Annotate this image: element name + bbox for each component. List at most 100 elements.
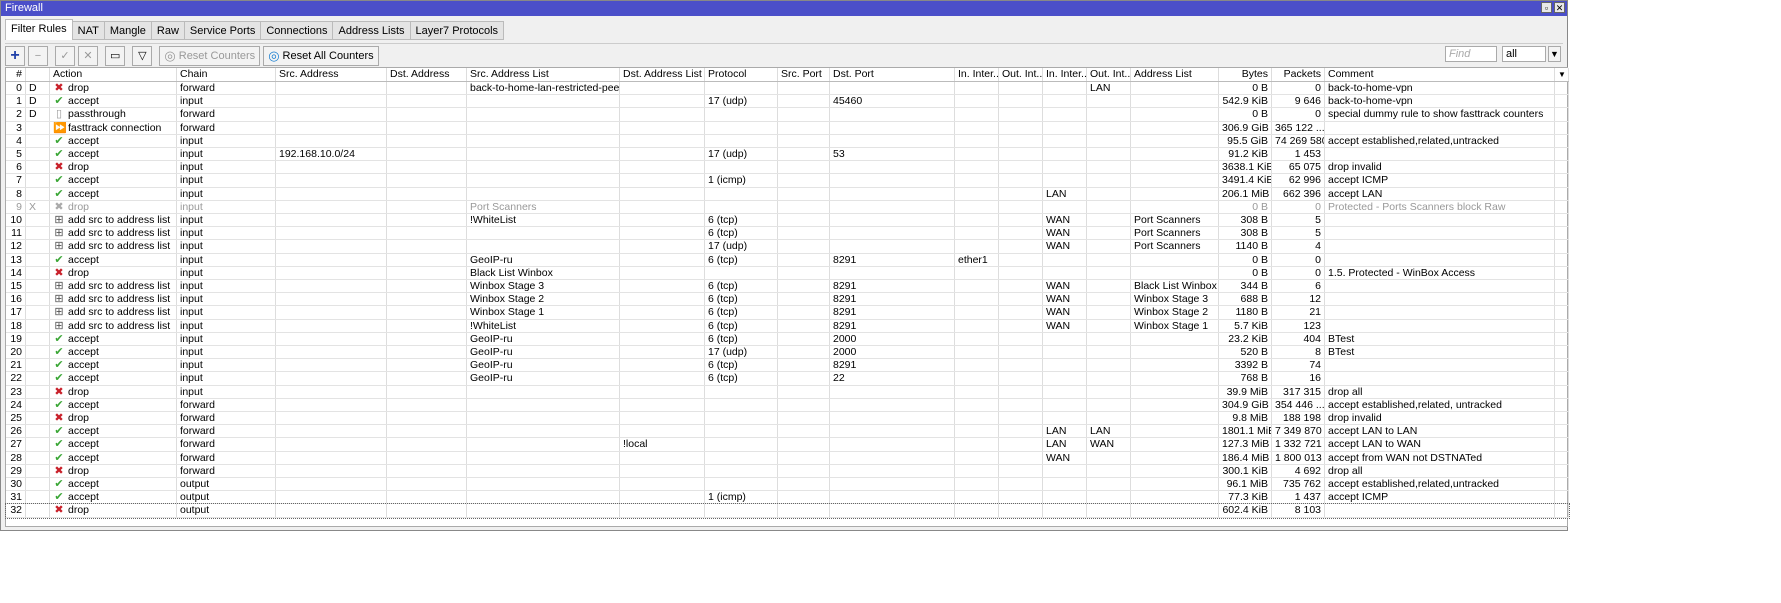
check-icon: ✔: [54, 478, 64, 490]
cell-in-interface-list: WAN: [1043, 306, 1087, 319]
column-header-chain[interactable]: Chain: [177, 68, 276, 81]
table-row[interactable]: 23 ✖ drop input 39.9 MiB 317 315 drop all: [6, 385, 1569, 399]
filter-select[interactable]: all: [1502, 46, 1546, 62]
table-row[interactable]: 16 ⊞ add src to address list input Winbox St…: [6, 293, 1569, 307]
table-row[interactable]: 25 ✖ drop forward 9.8 MiB 188 198 drop invalid: [6, 412, 1569, 426]
column-header-in-interface[interactable]: In. Inter...: [955, 68, 999, 81]
table-row[interactable]: 26 ✔ accept forward LAN LAN 1801.1 MiB 7 349 87…: [6, 425, 1569, 439]
table-row[interactable]: 19 ✔ accept input GeoIP-ru 6 (tcp) 2000 23.2 Ki…: [6, 332, 1569, 346]
cell-src-port: [778, 82, 830, 95]
cell-src-address-list: [467, 187, 620, 200]
add-button[interactable]: +: [5, 45, 25, 66]
cell-in-interface-list: WAN: [1043, 293, 1087, 306]
table-row[interactable]: 22 ✔ accept input GeoIP-ru 6 (tcp) 22 768 B 16: [6, 372, 1569, 386]
table-row[interactable]: 11 ⊞ add src to address list input 6 (tcp) WA…: [6, 227, 1569, 241]
column-header-address-list[interactable]: Address List: [1131, 68, 1219, 81]
table-row[interactable]: 14 ✖ drop input Black List Winbox 0 B 0 1.5. Pr…: [6, 266, 1569, 280]
tab-layer7-protocols[interactable]: Layer7 Protocols: [410, 21, 505, 40]
cell-x: [1555, 478, 1569, 491]
cell-comment: accept established,related,untracked: [1325, 478, 1555, 491]
table-row[interactable]: 2 D ▯ passthrough forward 0 B 0 special dummy r…: [6, 108, 1569, 122]
table-row[interactable]: 0 D ✖ drop forward back-to-home-lan-restricte…: [6, 82, 1569, 96]
cell-dst-address-list: [620, 372, 705, 385]
cell-comment: [1325, 148, 1555, 161]
table-row[interactable]: 21 ✔ accept input GeoIP-ru 6 (tcp) 8291 3392 B7…: [6, 359, 1569, 373]
table-row[interactable]: 9 X ✖ drop input Port Scanners 0 B 0 Protected -…: [6, 200, 1569, 214]
tab-nat[interactable]: NAT: [72, 21, 105, 40]
column-header-dst-port[interactable]: Dst. Port: [830, 68, 955, 81]
cell-src-address-list: Winbox Stage 1: [467, 306, 620, 319]
reset-all-counters-button[interactable]: ◎ Reset All Counters: [263, 45, 379, 66]
disable-button[interactable]: ✕: [78, 45, 98, 66]
table-row[interactable]: 20 ✔ accept input GeoIP-ru 17 (udp) 2000 520 B8…: [6, 346, 1569, 360]
tab-filter-rules[interactable]: Filter Rules: [5, 19, 73, 40]
column-header-src-port[interactable]: Src. Port: [778, 68, 830, 81]
column-header-dst-address-list[interactable]: Dst. Address List: [620, 68, 705, 81]
column-header-action[interactable]: Action: [50, 68, 177, 81]
dropdown-icon[interactable]: ▼: [1548, 46, 1561, 62]
column-header-protocol[interactable]: Protocol: [705, 68, 778, 81]
table-row[interactable]: 5 ✔ accept input 192.168.10.0/24 17 (udp) 53 91…: [6, 148, 1569, 162]
cell-out-interface: [999, 82, 1043, 95]
table-row[interactable]: 17 ⊞ add src to address list input Winbox St…: [6, 306, 1569, 320]
column-header-dst-address[interactable]: Dst. Address: [387, 68, 467, 81]
table-row[interactable]: 30 ✔ accept output 96.1 MiB 735 762 accept est…: [6, 478, 1569, 492]
column-header-comment[interactable]: Comment: [1325, 68, 1555, 81]
cell-protocol: [705, 464, 778, 477]
tab-mangle[interactable]: Mangle: [104, 21, 152, 40]
table-row[interactable]: 12 ⊞ add src to address list input 17 (udp) W…: [6, 240, 1569, 254]
comment-button[interactable]: ▭: [105, 45, 126, 66]
column-header-out-interface-list[interactable]: Out. Int...: [1087, 68, 1131, 81]
restore-icon[interactable]: ▫: [1541, 2, 1552, 13]
cell-address-list: [1131, 346, 1219, 359]
cell-flags: [26, 372, 50, 385]
remove-button[interactable]: −: [28, 45, 48, 66]
table-row[interactable]: 28 ✔ accept forward WAN 186.4 MiB 1 800 013 acc…: [6, 451, 1569, 465]
table-row[interactable]: 32 ✖ drop output 602.4 KiB 8 103: [5, 503, 1570, 519]
column-header-bytes[interactable]: Bytes: [1219, 68, 1272, 81]
column-header-in-interface-list[interactable]: In. Inter...: [1043, 68, 1087, 81]
table-row[interactable]: 15 ⊞ add src to address list input Winbox St…: [6, 280, 1569, 294]
cell-dst-port: [830, 464, 955, 477]
action-label: accept: [68, 148, 99, 160]
cell-bytes: 306.9 GiB: [1219, 121, 1272, 134]
tab-connections[interactable]: Connections: [261, 21, 334, 40]
tab-service-ports[interactable]: Service Ports: [184, 21, 262, 40]
column-header-flags[interactable]: [26, 68, 50, 81]
table-row[interactable]: 13 ✔ accept input GeoIP-ru 6 (tcp) 8291 ether1 0…: [6, 253, 1569, 267]
cell-number: 6: [6, 161, 26, 174]
columns-menu-icon[interactable]: ▼: [1555, 68, 1569, 81]
table-row[interactable]: 24 ✔ accept forward 304.9 GiB 354 446 ... acce…: [6, 398, 1569, 412]
table-row[interactable]: 1 D ✔ accept input 17 (udp) 45460 542.9 KiB 9 64…: [6, 95, 1569, 109]
column-header-src-address-list[interactable]: Src. Address List: [467, 68, 620, 81]
tab-raw[interactable]: Raw: [151, 21, 185, 40]
tab-address-lists[interactable]: Address Lists: [333, 21, 411, 40]
table-row[interactable]: 29 ✖ drop forward 300.1 KiB 4 692 drop all: [6, 464, 1569, 478]
table-row[interactable]: 31 ✔ accept output 1 (icmp) 77.3 KiB 1 437 acce…: [6, 491, 1569, 505]
cell-chain: input: [177, 253, 276, 266]
cell-out-interface-list: [1087, 174, 1131, 187]
filter-button[interactable]: ▽: [132, 45, 153, 66]
column-header-packets[interactable]: Packets: [1272, 68, 1325, 81]
find-input[interactable]: Find: [1445, 46, 1497, 62]
cell-dst-port: [830, 200, 955, 213]
cell-in-interface: [955, 161, 999, 174]
cell-out-interface-list: [1087, 280, 1131, 293]
close-icon[interactable]: ✕: [1554, 2, 1565, 13]
table-row[interactable]: 10 ⊞ add src to address list input !WhiteLis…: [6, 214, 1569, 228]
reset-counters-button[interactable]: ◎ Reset Counters: [159, 45, 261, 66]
table-row[interactable]: 27 ✔ accept forward !local LAN WAN 127.3 MiB 1 3…: [6, 438, 1569, 452]
column-header-out-interface[interactable]: Out. Int...: [999, 68, 1043, 81]
table-row[interactable]: 3 ⏩fasttrack connection forward 306.9 GiB 36…: [6, 121, 1569, 135]
cell-out-interface-list: [1087, 134, 1131, 147]
cell-out-interface-list: [1087, 451, 1131, 464]
table-row[interactable]: 4 ✔ accept input 95.5 GiB 74 269 580 accept es…: [6, 134, 1569, 148]
cell-comment: BTest: [1325, 346, 1555, 359]
column-header-number[interactable]: #: [6, 68, 26, 81]
table-row[interactable]: 8 ✔ accept input LAN 206.1 MiB 662 396 accept L…: [6, 187, 1569, 201]
table-row[interactable]: 6 ✖ drop input 3638.1 KiB 65 075 drop invalid: [6, 161, 1569, 175]
table-row[interactable]: 7 ✔ accept input 1 (icmp) 3491.4 KiB 62 996 acc…: [6, 174, 1569, 188]
column-header-src-address[interactable]: Src. Address: [276, 68, 387, 81]
table-row[interactable]: 18 ⊞ add src to address list input !WhiteLis…: [6, 319, 1569, 333]
enable-button[interactable]: ✓: [55, 45, 75, 66]
